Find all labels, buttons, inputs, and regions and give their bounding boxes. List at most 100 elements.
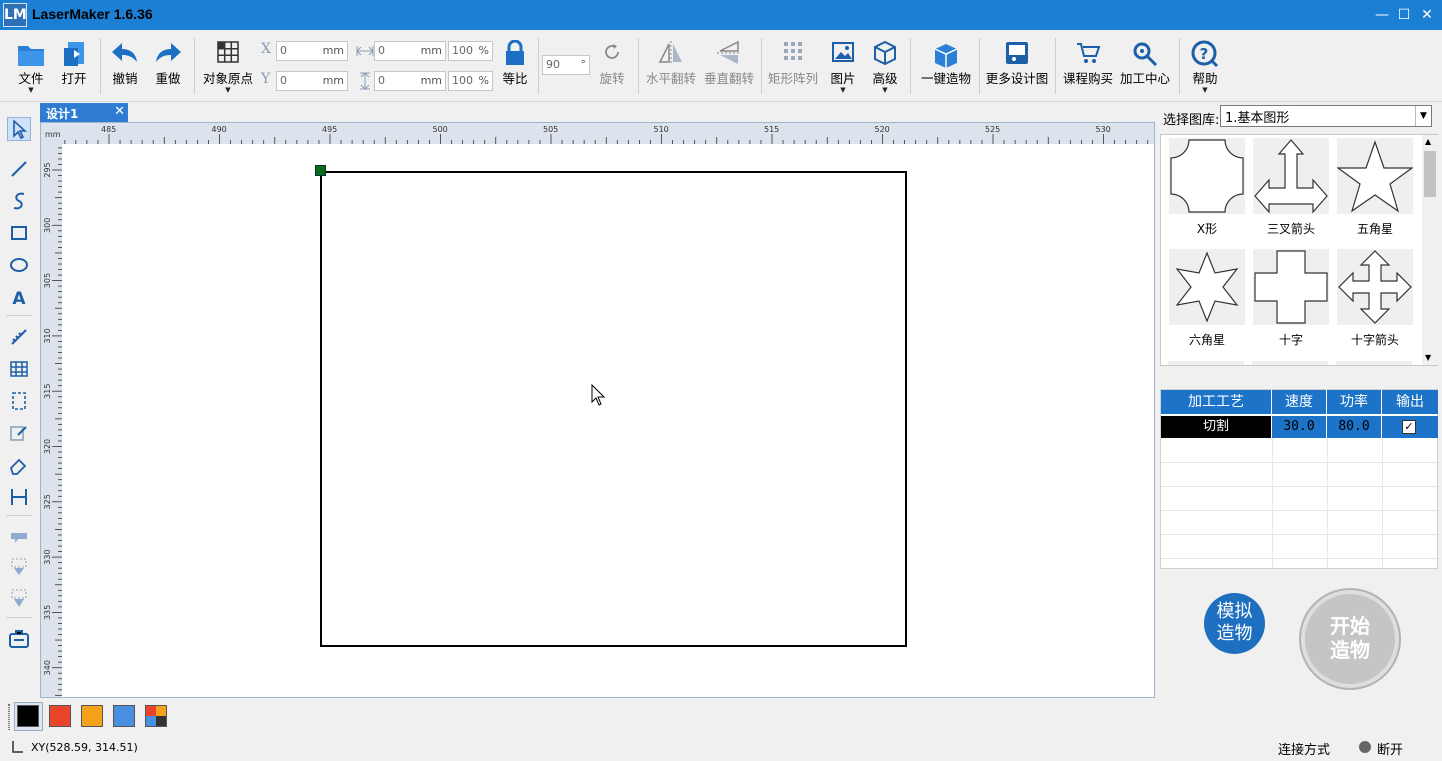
ruler-tool-icon[interactable] xyxy=(7,325,31,349)
file-button[interactable]: 文件 ▼ xyxy=(12,38,50,94)
ruler-tick-label: 515 xyxy=(764,125,779,134)
height-input[interactable]: 0 mm xyxy=(374,71,446,91)
rectangle-tool-icon[interactable] xyxy=(7,221,31,245)
flip-vertical-button[interactable]: 垂直翻转 xyxy=(701,38,757,94)
minimize-icon[interactable]: — xyxy=(1373,6,1391,24)
line-tool-icon[interactable] xyxy=(7,157,31,181)
gallery-item-five-star[interactable]: 五角星 xyxy=(1336,138,1414,237)
chevron-down-icon: ▼ xyxy=(840,86,846,94)
height-arrow-icon xyxy=(360,72,370,90)
array-grid-icon xyxy=(784,42,802,60)
redo-button[interactable]: 重做 xyxy=(149,38,187,94)
start-button[interactable]: 开始 造物 xyxy=(1301,590,1399,688)
lock-ratio-button[interactable]: 等比 xyxy=(498,38,532,94)
library-label: 选择图库: xyxy=(1163,113,1220,128)
ruler-tick-label: 320 xyxy=(43,439,52,454)
rotate-button[interactable]: 旋转 xyxy=(594,38,630,94)
ruler-tick-label: 315 xyxy=(43,384,52,399)
scroll-up-icon[interactable]: ▲ xyxy=(1425,137,1431,146)
undo-button[interactable]: 撤销 xyxy=(106,38,144,94)
ruler-tick-label: 325 xyxy=(43,494,52,509)
gear-wrench-icon xyxy=(1133,42,1158,66)
maximize-icon[interactable]: ☐ xyxy=(1395,6,1413,24)
five-star-icon xyxy=(1336,140,1414,213)
object-origin-button[interactable]: 对象原点 ▼ xyxy=(199,38,257,94)
color-swatch-multi[interactable] xyxy=(145,705,167,727)
gallery-item-x-shape[interactable]: X形 xyxy=(1168,138,1246,237)
select-tool-icon[interactable] xyxy=(7,117,31,141)
process-center-button[interactable]: 加工中心 xyxy=(1117,38,1173,94)
col-header-output: 输出 xyxy=(1382,390,1438,414)
table-row-speed[interactable]: 30.0 xyxy=(1272,416,1327,438)
help-button[interactable]: ? 帮助 ▼ xyxy=(1186,38,1224,94)
ruler-tick-label: 335 xyxy=(43,605,52,620)
x-position-input[interactable]: 0 mm xyxy=(276,41,348,61)
ellipse-tool-icon[interactable] xyxy=(7,253,31,277)
color-swatch-orange[interactable] xyxy=(81,705,103,727)
edit-node-icon[interactable] xyxy=(7,421,31,445)
cube-icon xyxy=(874,40,896,66)
chevron-down-icon: ▼ xyxy=(225,86,231,94)
gallery-item-cross-arrow[interactable]: 十字箭头 xyxy=(1336,249,1414,348)
image-button[interactable]: 图片 ▼ xyxy=(826,38,860,94)
rotate-angle-input[interactable]: 90 ° xyxy=(542,55,590,75)
eraser-tool-icon[interactable] xyxy=(7,453,31,477)
tab-close-icon[interactable]: ✕ xyxy=(114,104,125,119)
cross-arrow-icon xyxy=(1338,250,1412,324)
svg-text:A: A xyxy=(12,289,26,309)
mouse-cursor-icon xyxy=(591,384,605,406)
redo-arrow-icon xyxy=(156,43,181,62)
table-row-process[interactable]: 切割 xyxy=(1161,416,1272,438)
height-percent-input[interactable]: 100% xyxy=(448,71,493,91)
buy-course-button[interactable]: 课程购买 xyxy=(1060,38,1116,94)
table-row-power[interactable]: 80.0 xyxy=(1327,416,1382,438)
selection-handle[interactable] xyxy=(315,165,326,176)
ruler-tick-label: 310 xyxy=(43,328,52,343)
gallery-item-trident-arrow[interactable]: 三叉箭头 xyxy=(1252,138,1330,237)
width-input[interactable]: 0 mm xyxy=(374,41,446,61)
ruler-tick-label: 525 xyxy=(985,125,1000,134)
flip-horizontal-button[interactable]: 水平翻转 xyxy=(643,38,699,94)
more-designs-button[interactable]: 更多设计图 xyxy=(983,38,1051,94)
width-percent-input[interactable]: 100% xyxy=(448,41,493,61)
one-click-make-button[interactable]: 一键造物 xyxy=(917,38,975,94)
advanced-button[interactable]: 高级 ▼ xyxy=(868,38,902,94)
ruler-tick-label: 530 xyxy=(1096,125,1111,134)
layer-front-icon[interactable] xyxy=(7,523,31,547)
scrollbar-thumb[interactable] xyxy=(1424,151,1436,197)
layer-down-icon[interactable] xyxy=(7,587,31,611)
col-header-power: 功率 xyxy=(1327,390,1382,414)
text-tool-icon[interactable]: A xyxy=(7,285,31,309)
library-select[interactable]: 1.基本图形 ▼ xyxy=(1220,105,1432,127)
ruler-tick-label: 340 xyxy=(43,660,52,675)
layer-up-icon[interactable] xyxy=(7,555,31,579)
scroll-down-icon[interactable]: ▼ xyxy=(1425,353,1431,362)
color-palette xyxy=(0,700,1155,733)
close-icon[interactable]: ✕ xyxy=(1418,6,1436,24)
rectangle-shape[interactable] xyxy=(320,171,907,647)
open-button[interactable]: 打开 xyxy=(55,38,93,94)
simulate-button[interactable]: 模拟 造物 xyxy=(1204,593,1265,654)
align-tool-icon[interactable] xyxy=(7,485,31,509)
chevron-down-icon: ▼ xyxy=(1415,106,1431,126)
crop-tool-icon[interactable] xyxy=(7,389,31,413)
color-swatch-black[interactable] xyxy=(17,705,39,727)
output-checkbox[interactable]: ✓ xyxy=(1402,420,1416,434)
curve-tool-icon[interactable] xyxy=(7,189,31,213)
grid-origin-icon xyxy=(217,41,239,63)
tab-design1[interactable]: 设计1 ✕ xyxy=(40,103,128,122)
left-tool-strip: A xyxy=(0,103,38,700)
toolbox-icon[interactable] xyxy=(7,627,31,651)
color-swatch-blue[interactable] xyxy=(113,705,135,727)
rectangle-array-button[interactable]: 矩形阵列 xyxy=(765,38,821,94)
color-swatch-red[interactable] xyxy=(49,705,71,727)
gallery-item-cross[interactable]: 十字 xyxy=(1252,249,1330,348)
gallery-scrollbar[interactable]: ▲ ▼ xyxy=(1422,135,1438,365)
gallery-item-six-star[interactable]: 六角星 xyxy=(1168,249,1246,348)
output-cell[interactable]: ✓ xyxy=(1382,416,1438,438)
table-tool-icon[interactable] xyxy=(7,357,31,381)
y-position-input[interactable]: 0 mm xyxy=(276,71,348,91)
svg-text:?: ? xyxy=(1200,45,1209,63)
ruler-tick-label: 485 xyxy=(101,125,116,134)
cross-icon xyxy=(1254,250,1328,324)
